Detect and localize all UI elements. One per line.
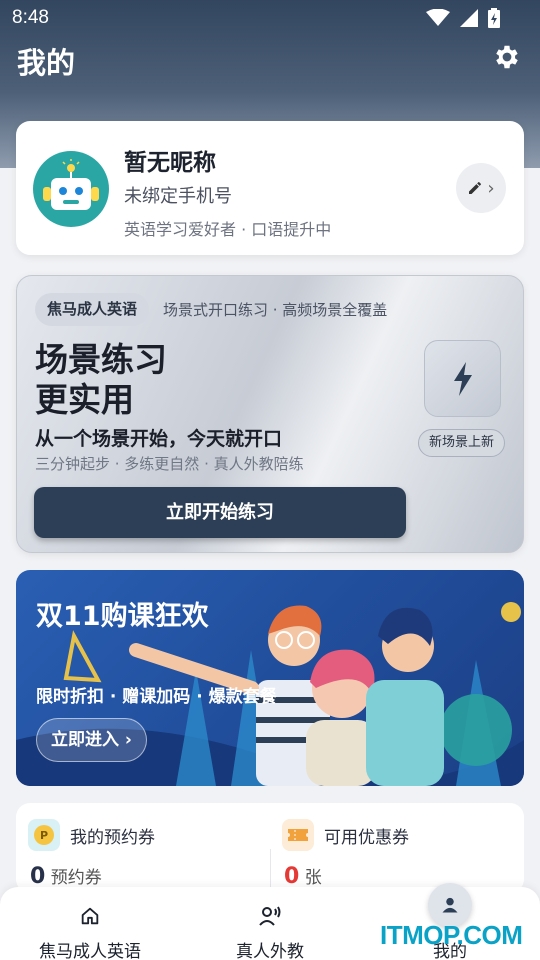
page-title: 我的 — [17, 46, 76, 80]
double11-banner[interactable]: 双11购课狂欢 限时折扣 · 赠课加码 · 爆款套餐 立即进入 › — [16, 570, 524, 786]
brand-chip: 焦马成人英语 — [35, 293, 150, 326]
settings-button[interactable] — [492, 42, 524, 74]
speaker-person-icon — [259, 906, 281, 926]
coupon-unit: 张 — [304, 868, 322, 888]
promo-description: 三分钟起步 · 多练更自然 · 真人外教陪练 — [35, 455, 304, 473]
promo-headline-line2: 更实用 — [35, 380, 134, 419]
promo-headline-line1: 场景练习 — [35, 340, 167, 379]
watermark: ITMOP.COM — [380, 920, 523, 950]
banner-subtitle: 限时折扣 · 赠课加码 · 爆款套餐 — [36, 687, 277, 707]
banner-title: 双11购课狂欢 — [36, 601, 209, 632]
appointment-voucher-unit: 预约券 — [50, 868, 102, 888]
nickname: 暂无昵称 — [124, 150, 216, 176]
home-icon — [81, 907, 99, 925]
person-icon — [442, 897, 458, 913]
status-time: 8:48 — [12, 7, 49, 28]
profile-card[interactable]: 暂无昵称 未绑定手机号 英语学习爱好者 · 口语提升中 › — [16, 121, 524, 255]
ticket-icon — [282, 819, 314, 851]
wifi-icon — [426, 9, 450, 26]
promo-tagline: 从一个场景开始，今天就开口 — [35, 428, 283, 450]
signal-icon — [460, 9, 478, 27]
bolt-tile — [424, 340, 501, 417]
appointment-voucher-count: 0 — [30, 864, 46, 889]
gear-icon — [496, 45, 518, 69]
promo-subtitle: 场景式开口练习 · 高频场景全覆盖 — [163, 301, 388, 319]
coupon-entry[interactable]: 可用优惠券 — [282, 819, 409, 851]
battery-icon — [488, 8, 500, 28]
pencil-icon — [469, 182, 482, 194]
start-practice-button[interactable]: 立即开始练习 — [34, 487, 406, 538]
tab-home[interactable]: 焦马成人英语 — [0, 887, 180, 960]
p-coin-icon: P — [28, 819, 60, 851]
tab-teachers-label: 真人外教 — [236, 942, 304, 960]
appointment-voucher-label: 我的预约券 — [70, 827, 155, 848]
tab-teachers[interactable]: 真人外教 — [180, 887, 360, 960]
svg-text:P: P — [40, 829, 48, 842]
coupon-value: 0 张 — [284, 863, 322, 889]
coupon-count: 0 — [284, 864, 300, 889]
promo-headline: 场景练习 更实用 — [35, 340, 167, 420]
new-scene-badge: 新场景上新 — [418, 429, 506, 457]
avatar — [33, 151, 109, 227]
appointment-voucher-value: 0 预约券 — [30, 863, 102, 889]
banner-enter-button[interactable]: 立即进入 › — [36, 718, 147, 762]
tab-home-label: 焦马成人英语 — [39, 942, 141, 960]
coupons-card: P 我的预约券 0 预约券 可用优惠券 0 张 — [16, 803, 524, 893]
chevron-right-icon: › — [487, 177, 495, 199]
practice-promo-card[interactable]: 焦马成人英语 场景式开口练习 · 高频场景全覆盖 场景练习 更实用 从一个场景开… — [16, 275, 524, 553]
edit-profile-button[interactable]: › — [456, 163, 506, 213]
robot-avatar-icon — [43, 159, 99, 210]
lightning-icon — [453, 361, 472, 396]
status-icons — [426, 8, 500, 28]
phone-status: 未绑定手机号 — [124, 186, 232, 207]
profile-tagline: 英语学习爱好者 · 口语提升中 — [124, 220, 332, 239]
status-bar: 8:48 — [0, 0, 540, 36]
coupon-label: 可用优惠券 — [324, 827, 409, 848]
appointment-voucher-entry[interactable]: P 我的预约券 — [28, 819, 155, 851]
